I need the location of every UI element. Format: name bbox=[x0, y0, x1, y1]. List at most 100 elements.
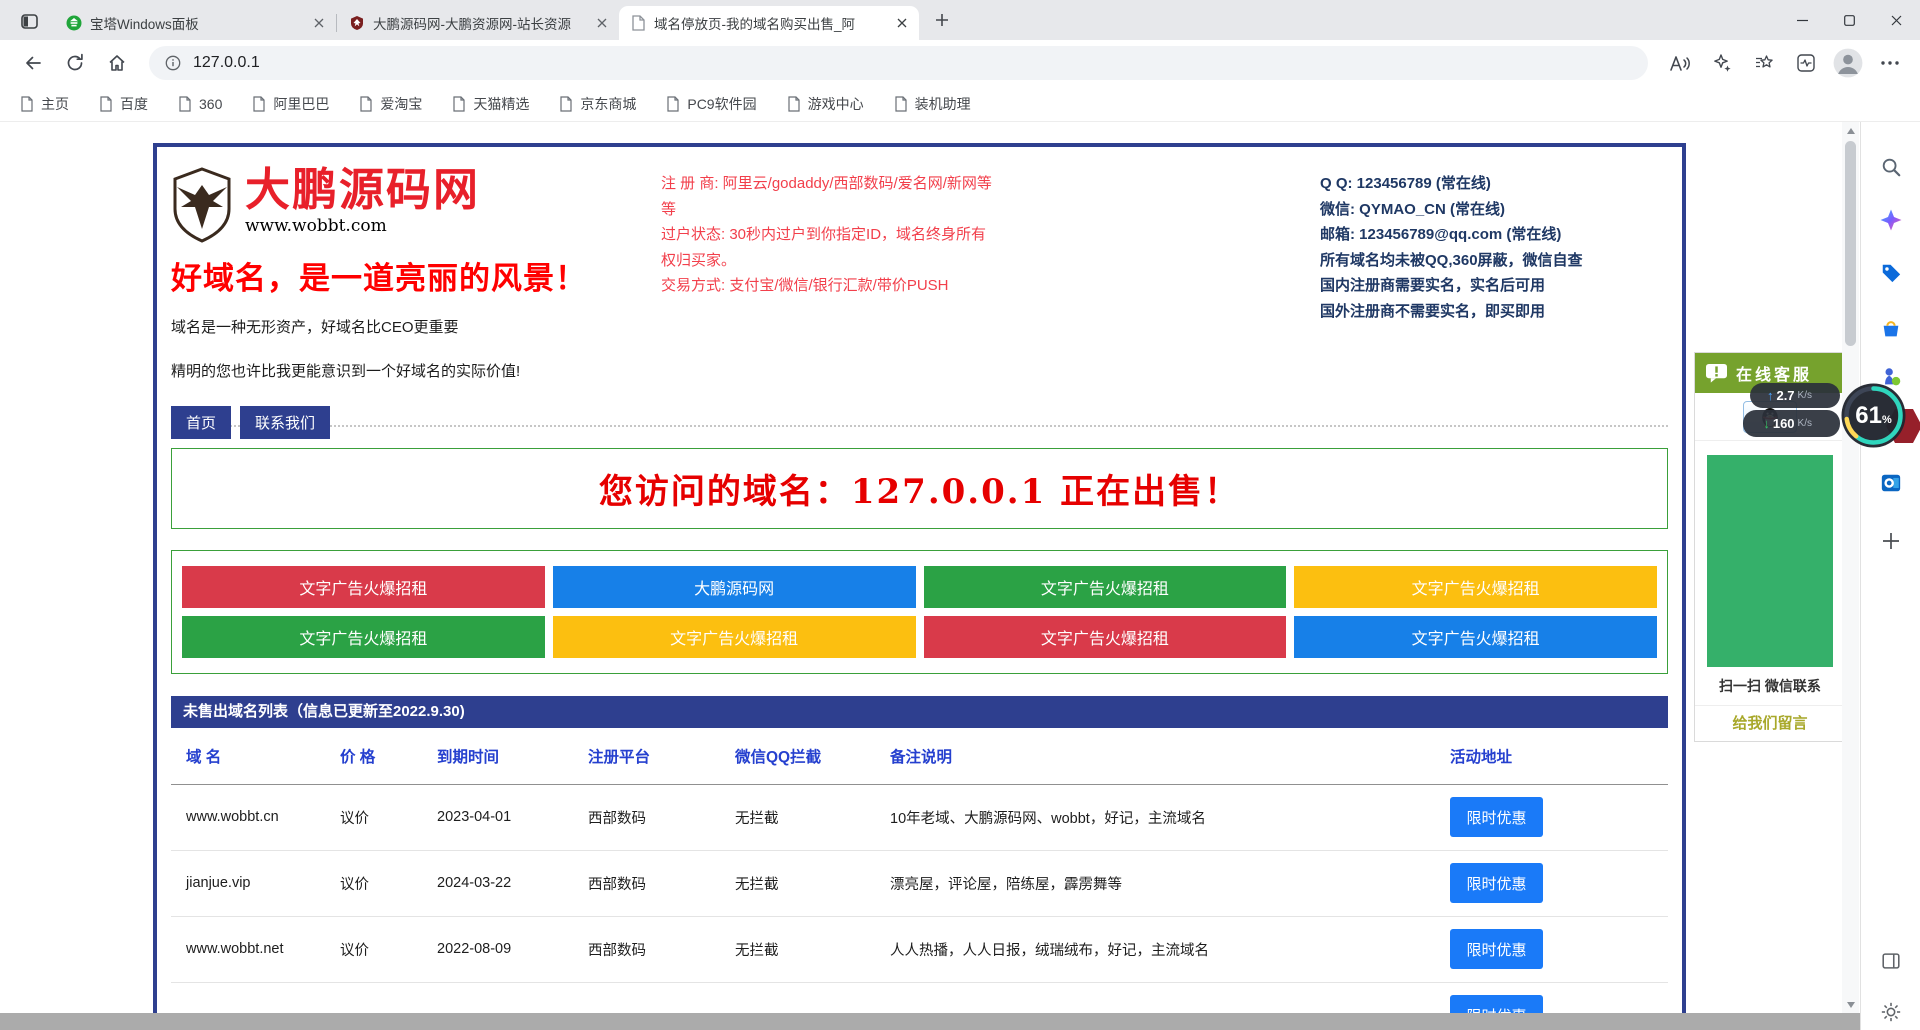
col-expire: 到期时间 bbox=[437, 728, 588, 784]
ad-slot-2[interactable]: 大鹏源码网 bbox=[553, 566, 916, 608]
translate-button[interactable] bbox=[1704, 46, 1740, 80]
tab-actions-button[interactable] bbox=[14, 7, 44, 35]
sparkle-icon bbox=[1712, 53, 1732, 73]
sidebar-shopping-button[interactable] bbox=[1879, 317, 1903, 341]
banner-text: 您访问的域名：127.0.0.1 正在出售！ bbox=[599, 464, 1240, 513]
maximize-button[interactable] bbox=[1826, 0, 1873, 40]
site-url: www.wobbt.com bbox=[245, 216, 480, 236]
minimize-button[interactable] bbox=[1779, 0, 1826, 40]
tab-bar: 宝塔Windows面板 大鹏源码网-大鹏资源网-站长资源 域名停放页-我的域名购… bbox=[0, 0, 1920, 40]
scan-caption: 扫一扫 微信联系 bbox=[1695, 676, 1845, 696]
table-row: www.wobbt.cn 议价 2023-04-01 西部数码 无拦截 10年老… bbox=[171, 784, 1668, 850]
ad-slot-6[interactable]: 文字广告火爆招租 bbox=[553, 616, 916, 658]
address-bar[interactable]: 127.0.0.1 bbox=[149, 46, 1648, 80]
ad-slot-8[interactable]: 文字广告火爆招租 bbox=[1294, 616, 1657, 658]
edge-sidebar bbox=[1860, 122, 1920, 1030]
registrar-line: 注 册 商: 阿里云/godaddy/西部数码/爱名网/新网等等 bbox=[661, 171, 999, 222]
read-aloud-button[interactable] bbox=[1662, 46, 1698, 80]
ad-slot-7[interactable]: 文字广告火爆招租 bbox=[924, 616, 1287, 658]
site-info-icon[interactable] bbox=[165, 55, 181, 71]
sidebar-outlook-button[interactable] bbox=[1879, 471, 1903, 495]
ad-slot-5[interactable]: 文字广告火爆招租 bbox=[182, 616, 545, 658]
bookmark-item[interactable]: 京东商城 bbox=[559, 94, 636, 114]
sidebar-add-button[interactable] bbox=[1879, 529, 1903, 553]
ad-slot-3[interactable]: 文字广告火爆招租 bbox=[924, 566, 1287, 608]
tab-baota-panel[interactable]: 宝塔Windows面板 bbox=[54, 6, 336, 40]
cell-note: 漂亮屋，评论屋，陪练屋，霹雳舞等 bbox=[890, 850, 1450, 916]
bookmark-item[interactable]: 主页 bbox=[20, 94, 69, 114]
cell-platform: 西部数码 bbox=[588, 916, 735, 982]
tab-title: 域名停放页-我的域名购买出售_阿 bbox=[654, 13, 885, 33]
limited-offer-button[interactable]: 限时优惠 bbox=[1450, 797, 1543, 837]
scrollbar-thumb[interactable] bbox=[1845, 141, 1856, 346]
cell-block: 无拦截 bbox=[735, 916, 890, 982]
home-icon bbox=[107, 53, 127, 73]
triangle-down-icon bbox=[1847, 1002, 1855, 1008]
tab-close-button[interactable] bbox=[310, 14, 328, 32]
percent-value: 61 bbox=[1855, 402, 1882, 430]
upload-arrow-icon: ↑ bbox=[1767, 388, 1774, 403]
plus-icon bbox=[1882, 532, 1900, 550]
page-icon bbox=[20, 96, 34, 112]
bookmark-label: 游戏中心 bbox=[808, 94, 864, 114]
browser-essentials-button[interactable] bbox=[1788, 46, 1824, 80]
cell-platform: 西部数码 bbox=[588, 784, 735, 850]
bookmark-item[interactable]: 游戏中心 bbox=[787, 94, 864, 114]
table-title-bar: 未售出域名列表（信息已更新至2022.9.30) bbox=[171, 696, 1668, 728]
page-icon bbox=[359, 96, 373, 112]
tab-close-button[interactable] bbox=[893, 14, 911, 32]
scroll-up-button[interactable] bbox=[1842, 122, 1859, 139]
memory-usage-ring[interactable]: 61 % bbox=[1840, 382, 1907, 449]
sidebar-settings-button[interactable] bbox=[1879, 1000, 1903, 1024]
tab-domain-parking-active[interactable]: 域名停放页-我的域名购买出售_阿 bbox=[619, 6, 919, 40]
bookmark-item[interactable]: 装机助理 bbox=[894, 94, 971, 114]
sidebar-panel-button[interactable] bbox=[1879, 949, 1903, 973]
back-button[interactable] bbox=[15, 46, 51, 80]
page-icon bbox=[99, 96, 113, 112]
upload-speed-pill[interactable]: ↑ 2.7 K/s bbox=[1750, 383, 1840, 408]
page-icon bbox=[252, 96, 266, 112]
close-window-button[interactable] bbox=[1873, 0, 1920, 40]
vertical-scrollbar[interactable] bbox=[1842, 122, 1859, 1013]
home-button[interactable] bbox=[99, 46, 135, 80]
bookmark-item[interactable]: 天猫精选 bbox=[452, 94, 529, 114]
sidebar-copilot-button[interactable] bbox=[1879, 208, 1903, 232]
tab-dapeng-source[interactable]: 大鹏源码网-大鹏资源网-站长资源 bbox=[337, 6, 619, 40]
close-icon bbox=[597, 18, 607, 28]
new-tab-button[interactable] bbox=[927, 5, 957, 35]
col-note: 备注说明 bbox=[890, 728, 1450, 784]
main-nav: 首页 联系我们 bbox=[171, 406, 641, 439]
site-logo: 大鹏源码网 www.wobbt.com bbox=[171, 167, 641, 243]
leave-message-link[interactable]: 给我们留言 bbox=[1695, 705, 1845, 741]
nav-home-button[interactable]: 首页 bbox=[171, 406, 231, 439]
scroll-down-button[interactable] bbox=[1842, 996, 1859, 1013]
cell-price: 议价 bbox=[340, 916, 437, 982]
bookmark-item[interactable]: 360 bbox=[178, 96, 222, 112]
nav-contact-button[interactable]: 联系我们 bbox=[240, 406, 330, 439]
settings-more-button[interactable] bbox=[1872, 46, 1908, 80]
download-speed-pill[interactable]: ↓ 160 K/s bbox=[1743, 410, 1840, 437]
outlook-icon bbox=[1880, 472, 1902, 494]
contact-info-block: Q Q: 123456789 (常在线) 微信: QYMAO_CN (常在线) … bbox=[1320, 167, 1668, 425]
refresh-button[interactable] bbox=[57, 46, 93, 80]
bookmark-label: PC9软件园 bbox=[687, 94, 756, 114]
minimize-icon bbox=[1797, 15, 1808, 26]
bookmark-item[interactable]: 爱淘宝 bbox=[359, 94, 422, 114]
tab-close-button[interactable] bbox=[593, 14, 611, 32]
url-text[interactable]: 127.0.0.1 bbox=[193, 54, 260, 72]
favorites-button[interactable] bbox=[1746, 46, 1782, 80]
bookmark-item[interactable]: PC9软件园 bbox=[666, 94, 756, 114]
ad-slot-1[interactable]: 文字广告火爆招租 bbox=[182, 566, 545, 608]
bookmark-item[interactable]: 阿里巴巴 bbox=[252, 94, 329, 114]
tab-title: 大鹏源码网-大鹏资源网-站长资源 bbox=[373, 13, 585, 33]
limited-offer-button[interactable]: 限时优惠 bbox=[1450, 929, 1543, 969]
sidebar-tag-button[interactable] bbox=[1879, 261, 1903, 285]
profile-button[interactable] bbox=[1830, 46, 1866, 80]
limited-offer-button[interactable]: 限时优惠 bbox=[1450, 863, 1543, 903]
sidebar-search-button[interactable] bbox=[1879, 155, 1903, 179]
bookmark-item[interactable]: 百度 bbox=[99, 94, 148, 114]
chat-bubble-icon bbox=[1705, 363, 1728, 384]
cell-expire: 2023-04-01 bbox=[437, 784, 588, 850]
ad-slot-4[interactable]: 文字广告火爆招租 bbox=[1294, 566, 1657, 608]
domain-for-sale-banner: 您访问的域名：127.0.0.1 正在出售！ bbox=[171, 448, 1668, 529]
